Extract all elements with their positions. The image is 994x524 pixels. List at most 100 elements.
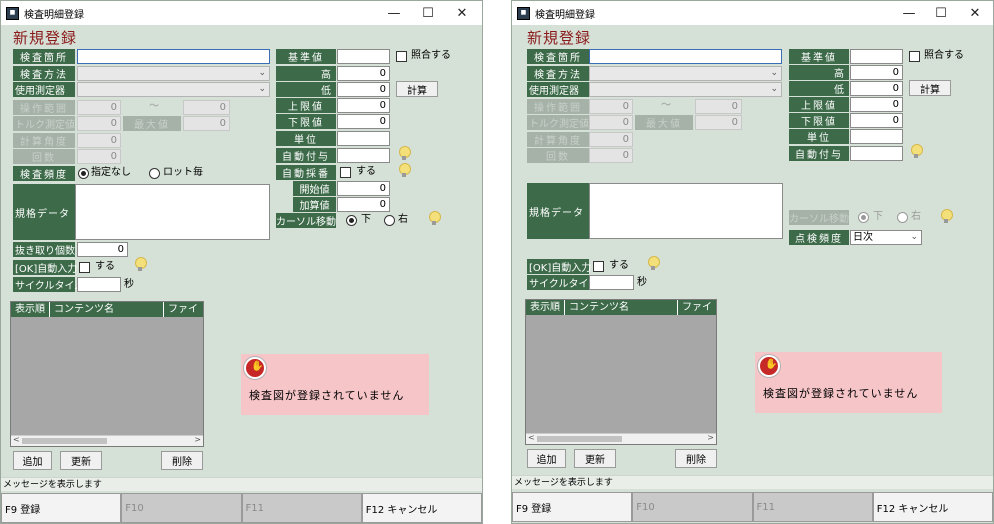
kagenchi-input[interactable]: 0 [337, 114, 390, 129]
contents-grid[interactable]: 表示順 コンテンツ名 ファイ < > [10, 301, 204, 447]
close-icon[interactable]: ✕ [958, 1, 992, 25]
f12-cancel-button[interactable]: F12 キャンセル [361, 493, 482, 523]
label-kikaku-data: 規格データ [13, 184, 75, 240]
stop-icon: ✋ [244, 357, 266, 379]
f9-register-button[interactable]: F9 登録 [512, 492, 633, 522]
update-button[interactable]: 更新 [60, 451, 102, 470]
label-kikaku-data: 規格データ [527, 183, 589, 239]
label-tani: 単位 [789, 129, 849, 144]
horizontal-scrollbar[interactable]: < > [11, 435, 203, 446]
jidou-fuyo-input[interactable] [337, 148, 390, 163]
hiku-input[interactable]: 0 [337, 82, 390, 97]
update-button[interactable]: 更新 [574, 449, 616, 468]
tani-input[interactable] [850, 129, 903, 144]
page-title: 新規登録 [13, 29, 78, 47]
jougenchi-input[interactable]: 0 [337, 98, 390, 113]
saidaichi-input: 0 [695, 115, 742, 130]
lightbulb-icon[interactable] [910, 144, 923, 160]
close-icon[interactable]: ✕ [445, 1, 479, 25]
lightbulb-icon[interactable] [398, 146, 411, 162]
label-hiku: 低 [789, 81, 849, 96]
window-title: 検査明細登録 [535, 9, 595, 21]
minimize-icon[interactable]: — [892, 1, 926, 25]
shiyou-sokuteiki-select[interactable]: ⌄ [589, 82, 782, 97]
radio-cursor-shita[interactable] [346, 215, 357, 226]
label-ok-jidou: [OK]自動入力 [13, 260, 77, 275]
add-button[interactable]: 追加 [13, 451, 52, 470]
label-taka: 高 [276, 66, 336, 81]
shougou-checkbox[interactable] [909, 51, 920, 62]
ok-jidou-check-label: する [609, 260, 629, 271]
scrollbar-thumb[interactable] [22, 438, 107, 444]
label-jidou-saiban: 自動採番 [276, 165, 336, 180]
f9-register-button[interactable]: F9 登録 [1, 493, 122, 523]
kensa-houhou-select[interactable]: ⌄ [589, 66, 782, 81]
kensa-houhou-select[interactable]: ⌄ [77, 66, 270, 81]
jougenchi-input[interactable]: 0 [850, 97, 903, 112]
label-sousa-hanni: 操作範囲 [13, 100, 75, 115]
scrollbar-thumb[interactable] [537, 436, 622, 442]
add-button[interactable]: 追加 [527, 449, 566, 468]
tani-input[interactable] [337, 131, 390, 146]
kaisuu-input: 0 [77, 149, 121, 164]
label-kensa-houhou: 検査方法 [527, 66, 589, 81]
scroll-right-icon[interactable]: > [194, 435, 201, 444]
kikaku-data-textarea[interactable] [75, 184, 270, 240]
cycle-time-input[interactable] [589, 275, 634, 290]
label-kasanchi: 加算値 [293, 197, 336, 212]
maximize-icon[interactable]: ☐ [411, 1, 445, 25]
grid-col-hyoujijun[interactable]: 表示順 [526, 300, 565, 315]
kagenchi-input[interactable]: 0 [850, 113, 903, 128]
minimize-icon[interactable]: — [377, 1, 411, 25]
grid-col-hyoujijun[interactable]: 表示順 [11, 302, 50, 317]
lightbulb-icon[interactable] [398, 163, 411, 179]
maximize-icon[interactable]: ☐ [924, 1, 958, 25]
range-tilde: 〜 [149, 101, 159, 112]
grid-col-content-mei[interactable]: コンテンツ名 [50, 302, 164, 317]
lightbulb-icon[interactable] [940, 209, 953, 225]
lightbulb-icon[interactable] [647, 256, 660, 272]
cycle-time-input[interactable] [77, 277, 121, 292]
radio-cursor-migi[interactable] [384, 215, 395, 226]
kaishichi-input[interactable]: 0 [337, 181, 390, 196]
delete-button[interactable]: 削除 [161, 451, 203, 470]
grid-col-file[interactable]: ファイ [678, 300, 716, 315]
scroll-right-icon[interactable]: > [707, 433, 714, 442]
tenken-hindo-select[interactable]: 日次 ⌄ [850, 230, 922, 245]
shougou-checkbox[interactable] [396, 51, 407, 62]
kijunchi-input[interactable] [337, 49, 390, 64]
grid-col-content-mei[interactable]: コンテンツ名 [565, 300, 678, 315]
shiyou-sokuteiki-select[interactable]: ⌄ [77, 82, 270, 97]
ok-jidou-checkbox[interactable] [593, 261, 604, 272]
scroll-left-icon[interactable]: < [528, 433, 535, 442]
delete-button[interactable]: 削除 [675, 449, 717, 468]
kaisuu-input: 0 [589, 148, 633, 163]
f12-cancel-button[interactable]: F12 キャンセル [872, 492, 993, 522]
taka-input[interactable]: 0 [337, 66, 390, 81]
taka-input[interactable]: 0 [850, 65, 903, 80]
ok-jidou-checkbox[interactable] [79, 262, 90, 273]
hiku-input[interactable]: 0 [850, 81, 903, 96]
app-icon: ■ [517, 6, 530, 20]
scroll-left-icon[interactable]: < [13, 435, 20, 444]
kensa-basho-input[interactable] [77, 49, 270, 64]
kijunchi-input[interactable] [850, 49, 903, 64]
lightbulb-icon[interactable] [428, 211, 441, 227]
jidou-saiban-checkbox[interactable] [340, 167, 351, 178]
horizontal-scrollbar[interactable]: < > [526, 433, 716, 444]
keisan-button[interactable]: 計算 [909, 80, 951, 96]
jidou-fuyo-input[interactable] [850, 146, 903, 161]
radio-lot-goto[interactable] [149, 168, 160, 179]
keisan-button[interactable]: 計算 [396, 81, 438, 97]
grid-header: 表示順 コンテンツ名 ファイ [11, 302, 203, 317]
grid-col-file[interactable]: ファイ [164, 302, 202, 317]
contents-grid[interactable]: 表示順 コンテンツ名 ファイ < > [525, 299, 717, 445]
lightbulb-icon[interactable] [134, 257, 147, 273]
kikaku-data-textarea[interactable] [589, 183, 783, 239]
kasanchi-input[interactable]: 0 [337, 197, 390, 212]
nukitori-input[interactable]: 0 [77, 242, 128, 257]
kensa-basho-input[interactable] [589, 49, 782, 64]
alert-message: 検査図が登録されていません [249, 389, 405, 402]
radio-shitei-nashi[interactable] [78, 168, 89, 179]
title-bar: ■ 検査明細登録 — ☐ ✕ [512, 1, 993, 25]
